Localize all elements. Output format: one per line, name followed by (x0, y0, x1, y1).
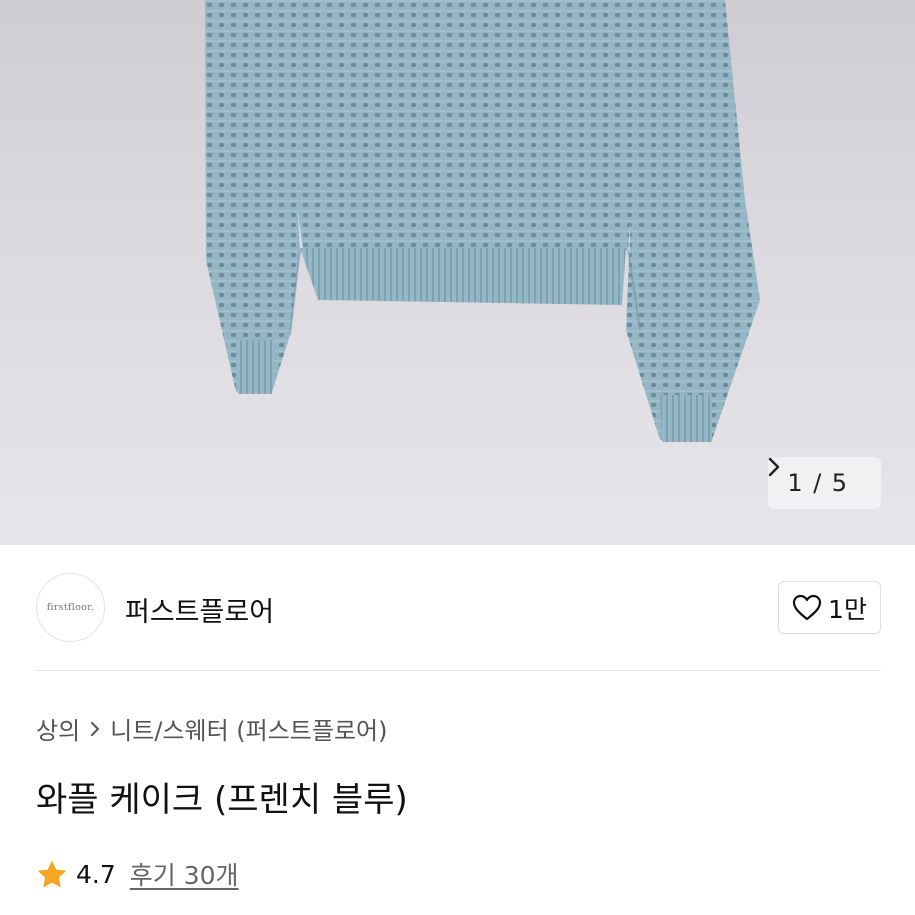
current-page: 1 (787, 469, 804, 497)
heart-icon (792, 594, 822, 621)
chevron-right-icon (90, 721, 100, 737)
like-count: 1만 (828, 594, 867, 624)
breadcrumb: 상의 니트/스웨터 (퍼스트플로어) (36, 711, 388, 746)
brand-name[interactable]: 퍼스트플로어 (125, 590, 274, 629)
breadcrumb-subcategory[interactable]: 니트/스웨터 (퍼스트플로어) (110, 711, 387, 746)
brand-logo-text: firstfloor. (46, 602, 95, 613)
section-divider (36, 670, 881, 671)
brand-logo[interactable]: firstfloor. (36, 573, 105, 642)
rating-summary: 4.7 후기 30개 (36, 856, 239, 892)
total-pages: 5 (831, 469, 848, 497)
product-title: 와플 케이크 (프렌치 블루) (36, 780, 408, 820)
star-icon (36, 859, 68, 890)
reviews-link[interactable]: 후기 30개 (130, 856, 239, 892)
product-image[interactable]: 1 / 5 (0, 0, 915, 545)
breadcrumb-category[interactable]: 상의 (36, 711, 80, 746)
image-page-counter[interactable]: 1 / 5 (768, 457, 881, 509)
page-separator: / (813, 469, 822, 497)
rating-score: 4.7 (76, 859, 116, 889)
like-button[interactable]: 1만 (778, 581, 881, 634)
